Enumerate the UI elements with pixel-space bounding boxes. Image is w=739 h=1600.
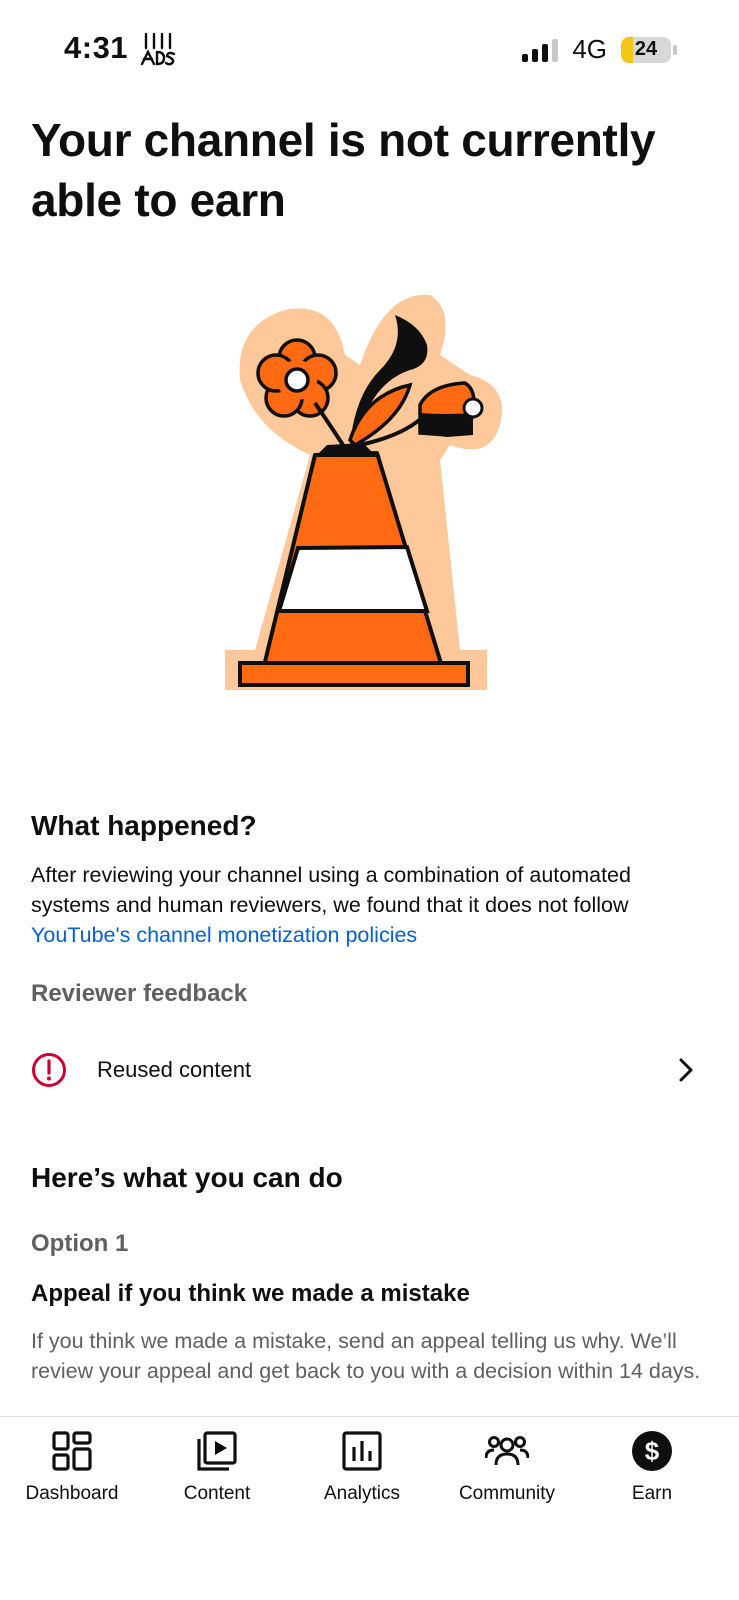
status-bar: 4:31 4G 24 — [0, 0, 739, 96]
page-header: Your channel is not currently able to ea… — [31, 110, 711, 230]
nav-label-earn: Earn — [631, 1483, 673, 1504]
bottom-nav: Dashboard Content Analytics Community $ … — [0, 1416, 739, 1600]
nav-label-analytics: Analytics — [323, 1483, 401, 1504]
monetization-policies-link[interactable]: YouTube's channel monetization policies — [31, 923, 417, 947]
what-happened-body: After reviewing your channel using a com… — [31, 863, 631, 917]
status-time: 4:31 — [64, 30, 129, 65]
reviewer-feedback-item[interactable]: Reused content — [31, 1040, 711, 1100]
what-happened-heading: What happened? — [31, 810, 257, 841]
nav-label-content: Content — [183, 1483, 251, 1504]
status-indicators: 4G 24 — [522, 34, 677, 65]
battery-fill — [621, 36, 633, 63]
reviewer-feedback-heading: Reviewer feedback — [31, 980, 248, 1007]
battery-tip — [673, 44, 677, 55]
what-you-can-do-heading: Here’s what you can do — [31, 1162, 343, 1193]
page-title: Your channel is not currently able to ea… — [31, 114, 656, 226]
what-you-can-do-section: Here’s what you can do Option 1 Appeal i… — [31, 1162, 711, 1386]
reviewer-feedback-section: Reviewer feedback — [31, 980, 711, 1008]
nav-label-dashboard: Dashboard — [25, 1483, 119, 1504]
dashboard-icon — [52, 1431, 92, 1471]
chevron-right-icon — [679, 1058, 693, 1082]
option-body: If you think we made a mistake, send an … — [31, 1329, 701, 1383]
traffic-cone-illustration — [225, 294, 502, 690]
battery-level: 24 — [634, 38, 658, 60]
battery-icon: 24 — [621, 36, 671, 63]
nav-label-community: Community — [458, 1483, 556, 1504]
what-happened-text: After reviewing your channel using a com… — [31, 860, 711, 950]
option-title: Appeal if you think we made a mistake — [31, 1280, 470, 1307]
option-label: Option 1 — [31, 1230, 129, 1257]
community-icon — [485, 1436, 529, 1466]
nav-item-dashboard[interactable]: Dashboard — [0, 1429, 146, 1505]
nav-item-analytics[interactable]: Analytics — [288, 1429, 436, 1505]
signal-icon — [522, 38, 559, 62]
status-app-glyph-icon — [140, 32, 176, 66]
reviewer-feedback-label: Reused content — [97, 1057, 252, 1082]
analytics-icon — [342, 1431, 382, 1471]
nav-item-earn[interactable]: $ Earn — [578, 1429, 726, 1505]
nav-item-community[interactable]: Community — [433, 1429, 581, 1505]
alert-circle-icon — [32, 1053, 66, 1087]
earn-icon: $ — [632, 1431, 672, 1471]
content-icon — [197, 1431, 237, 1471]
network-label: 4G — [572, 34, 607, 64]
svg-text:$: $ — [645, 1436, 660, 1466]
what-happened-section: What happened? After reviewing your chan… — [31, 810, 711, 950]
nav-item-content[interactable]: Content — [143, 1429, 291, 1505]
